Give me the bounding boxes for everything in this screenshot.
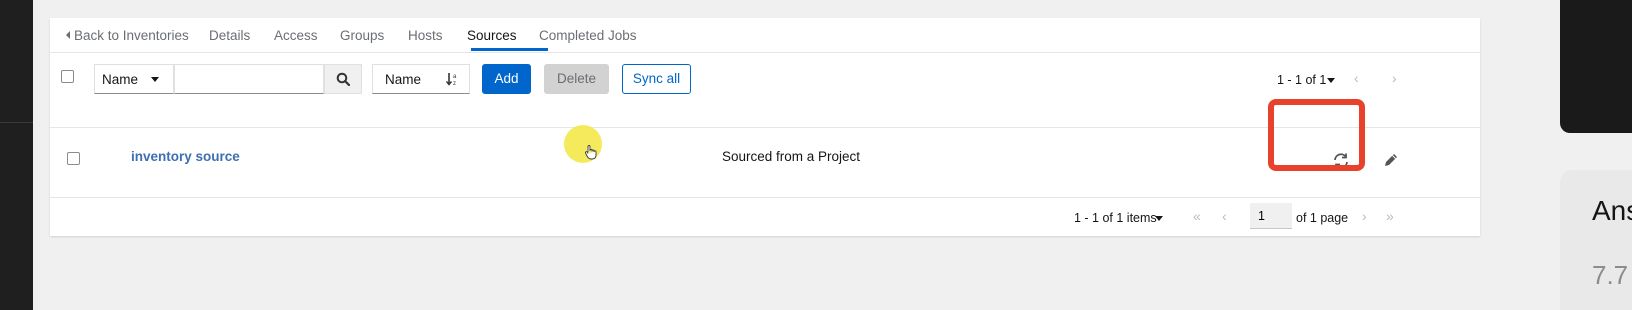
tab-access[interactable]: Access [274,28,318,43]
previous-page-icon[interactable]: ‹ [1222,208,1227,224]
source-name-link[interactable]: inventory source [131,149,240,164]
hand-cursor-icon [585,145,597,160]
svg-text:z: z [453,81,456,86]
sort-ascending-icon[interactable]: a z [446,72,460,86]
caret-down-icon [1155,216,1163,221]
next-page-icon[interactable]: › [1392,70,1397,86]
tab-back-to-inventories[interactable]: Back to Inventories [66,28,189,43]
list-toolbar: Name Name a z Add Delete Sync all 1 - 1 … [50,53,1480,128]
side-card-value: 7.7 [1592,260,1629,290]
items-per-page-toggle[interactable]: 1 - 1 of 1 items [1074,211,1163,225]
search-icon [336,72,350,86]
last-page-icon[interactable]: » [1386,208,1394,224]
sort-field-select[interactable]: Name a z [372,64,470,94]
side-card-title: Ans [1592,195,1632,226]
side-info-card: Ans 7.7 [1560,170,1632,310]
inventory-sources-card: Back to Inventories Details Access Group… [50,18,1480,236]
page-number-input[interactable] [1250,203,1292,229]
tab-hosts[interactable]: Hosts [408,28,443,43]
pagination-bottom: 1 - 1 of 1 items « ‹ of 1 page › » [50,198,1480,236]
caret-down-icon [151,77,159,82]
pagination-toggle-top[interactable]: 1 - 1 of 1 [1277,73,1335,87]
row-select-checkbox[interactable] [67,152,80,165]
left-window-edge [0,0,33,310]
pencil-edit-icon[interactable] [1382,151,1400,169]
cursor-highlight [564,125,602,163]
tab-details[interactable]: Details [209,28,250,43]
caret-left-icon [66,31,70,39]
tab-sources[interactable]: Sources [467,28,517,43]
add-button[interactable]: Add [482,64,531,94]
search-input[interactable] [174,64,324,94]
total-pages-label: of 1 page [1296,211,1349,225]
previous-page-icon[interactable]: ‹ [1354,70,1359,86]
next-page-icon[interactable]: › [1362,208,1367,224]
filter-field-select[interactable]: Name [94,64,174,94]
delete-button[interactable]: Delete [544,64,609,94]
table-row: inventory source Sourced from a Project [50,128,1480,198]
tab-bar: Back to Inventories Details Access Group… [50,18,1480,53]
sync-all-button[interactable]: Sync all [622,64,691,94]
search-button[interactable] [324,64,362,94]
first-page-icon[interactable]: « [1193,208,1201,224]
webcam-thumbnail [1560,0,1632,133]
tab-completed-jobs[interactable]: Completed Jobs [539,28,637,43]
tab-groups[interactable]: Groups [340,28,384,43]
svg-text:a: a [453,74,457,80]
active-tab-indicator [471,48,548,51]
source-type: Sourced from a Project [722,149,861,164]
highlight-annotation [1268,99,1365,171]
select-all-checkbox[interactable] [61,70,74,83]
caret-down-icon [1327,78,1335,83]
